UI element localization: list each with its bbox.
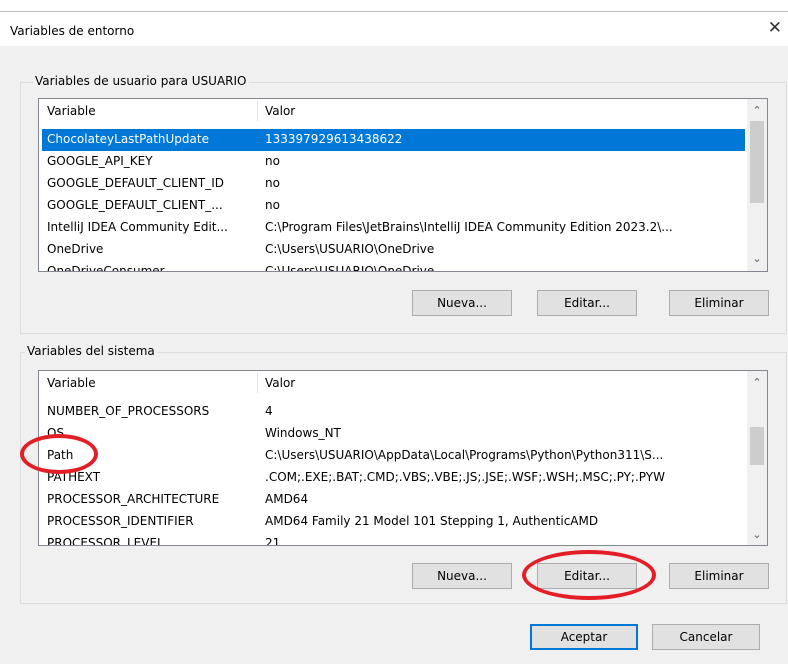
top-edge xyxy=(0,0,788,12)
variable-value: .COM;.EXE;.BAT;.CMD;.VBS;.VBE;.JS;.JSE;.… xyxy=(265,470,665,484)
system-column-divider[interactable] xyxy=(257,373,258,393)
user-column-value[interactable]: Valor xyxy=(265,104,295,118)
scroll-thumb[interactable] xyxy=(750,121,764,203)
ok-button[interactable]: Aceptar xyxy=(530,624,638,650)
user-column-variable[interactable]: Variable xyxy=(47,104,96,118)
scroll-up-icon[interactable]: ⌃ xyxy=(747,373,767,393)
system-column-value[interactable]: Valor xyxy=(265,376,295,390)
list-row[interactable]: PROCESSOR_LEVEL 21 xyxy=(42,533,745,546)
list-row[interactable]: OneDriveConsumer C:\Users\USUARIO\OneDriv… xyxy=(42,261,745,272)
user-variables-list[interactable]: Variable Valor ChocolateyLastPathUpdate 1… xyxy=(38,98,768,272)
variable-value: C:\Users\USUARIO\OneDrive xyxy=(265,242,435,256)
list-row[interactable]: GOOGLE_DEFAULT_CLIENT_... no xyxy=(42,195,745,217)
scroll-up-icon[interactable]: ⌃ xyxy=(747,101,767,121)
variable-name: PROCESSOR_ARCHITECTURE xyxy=(47,492,220,506)
list-row[interactable]: PROCESSOR_IDENTIFIER AMD64 Family 21 Mode… xyxy=(42,511,745,533)
close-icon[interactable]: ✕ xyxy=(768,20,782,37)
list-row[interactable]: Path C:\Users\USUARIO\AppData\Local\Progr… xyxy=(42,445,745,467)
variable-value: no xyxy=(265,198,280,212)
variable-name: NUMBER_OF_PROCESSORS xyxy=(47,404,210,418)
list-row[interactable]: IntelliJ IDEA Community Edit... C:\Progra… xyxy=(42,217,745,239)
list-row[interactable]: GOOGLE_DEFAULT_CLIENT_ID no xyxy=(42,173,745,195)
cancel-button[interactable]: Cancelar xyxy=(652,624,760,650)
scroll-down-icon[interactable]: ⌄ xyxy=(747,249,767,269)
user-list-header: Variable Valor xyxy=(39,99,767,123)
system-new-button[interactable]: Nueva... xyxy=(412,563,512,589)
variable-value: 4 xyxy=(265,404,273,418)
list-row[interactable]: OS Windows_NT xyxy=(42,423,745,445)
variable-value: no xyxy=(265,154,280,168)
variable-name: PROCESSOR_IDENTIFIER xyxy=(47,514,194,528)
scroll-thumb[interactable] xyxy=(750,427,764,465)
variable-value: AMD64 xyxy=(265,492,309,506)
system-delete-button[interactable]: Eliminar xyxy=(669,563,769,589)
user-list-scrollbar[interactable]: ⌃ ⌄ xyxy=(747,99,767,271)
path-highlight-circle xyxy=(20,434,98,474)
window-title: Variables de entorno xyxy=(10,24,135,38)
list-row[interactable]: GOOGLE_API_KEY no xyxy=(42,151,745,173)
variable-value: no xyxy=(265,176,280,190)
system-variables-list[interactable]: Variable Valor NUMBER_OF_PROCESSORS 4 OS Wi… xyxy=(38,370,768,546)
variable-value: Windows_NT xyxy=(265,426,341,440)
variable-value: C:\Users\USUARIO\AppData\Local\Programs\… xyxy=(265,448,664,462)
variable-name: GOOGLE_DEFAULT_CLIENT_ID xyxy=(47,176,225,190)
variable-name: GOOGLE_API_KEY xyxy=(47,154,153,168)
system-column-variable[interactable]: Variable xyxy=(47,376,96,390)
user-variables-legend: Variables de usuario para USUARIO xyxy=(33,74,249,88)
system-list-header: Variable Valor xyxy=(39,371,767,395)
scroll-down-icon[interactable]: ⌄ xyxy=(747,525,767,545)
variable-value: 133397929613438622 xyxy=(265,132,403,146)
variable-value: AMD64 Family 21 Model 101 Stepping 1, Au… xyxy=(265,514,599,528)
variable-name: GOOGLE_DEFAULT_CLIENT_... xyxy=(47,198,223,212)
list-row[interactable]: OneDrive C:\Users\USUARIO\OneDrive xyxy=(42,239,745,261)
variable-name: ChocolateyLastPathUpdate xyxy=(47,132,209,146)
variable-name: PROCESSOR_LEVEL xyxy=(47,536,164,546)
user-delete-button[interactable]: Eliminar xyxy=(669,290,769,316)
variable-name: OneDrive xyxy=(47,242,104,256)
edit-button-highlight-circle xyxy=(522,550,656,600)
variable-name: PATHEXT xyxy=(47,470,101,484)
system-list-scrollbar[interactable]: ⌃ ⌄ xyxy=(747,371,767,545)
list-row[interactable]: PROCESSOR_ARCHITECTURE AMD64 xyxy=(42,489,745,511)
variable-value: C:\Program Files\JetBrains\IntelliJ IDEA… xyxy=(265,220,673,234)
list-row[interactable]: ChocolateyLastPathUpdate 1333979296134386… xyxy=(42,129,745,151)
system-variables-legend: Variables del sistema xyxy=(25,344,157,358)
user-edit-button[interactable]: Editar... xyxy=(537,290,637,316)
list-row[interactable]: NUMBER_OF_PROCESSORS 4 xyxy=(42,401,745,423)
variable-value: C:\Users\USUARIO\OneDrive xyxy=(265,264,435,272)
list-row[interactable]: PATHEXT .COM;.EXE;.BAT;.CMD;.VBS;.VBE;.JS… xyxy=(42,467,745,489)
title-bar: Variables de entorno ✕ xyxy=(0,12,788,46)
variable-name: OneDriveConsumer xyxy=(47,264,165,272)
user-new-button[interactable]: Nueva... xyxy=(412,290,512,316)
variable-name: IntelliJ IDEA Community Edit... xyxy=(47,220,228,234)
variable-value: 21 xyxy=(265,536,281,546)
user-column-divider[interactable] xyxy=(257,101,258,121)
